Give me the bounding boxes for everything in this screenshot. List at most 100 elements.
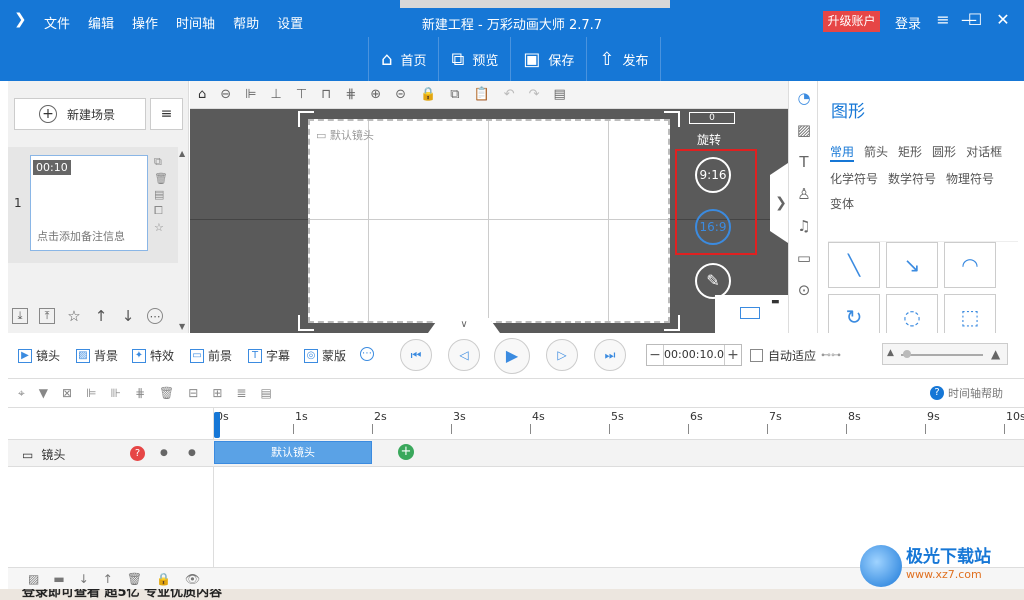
tab-rect[interactable]: 矩形 [898,143,922,162]
speech-bubble-icon[interactable]: ▭ [795,249,813,267]
arc-shape-icon[interactable]: ◠ [944,242,996,288]
jump-start-button[interactable]: ⏮ [400,339,432,371]
login-button[interactable]: 登录 [895,13,921,32]
history-icon[interactable]: ▤ [554,87,566,102]
filter-icon[interactable]: ▼ [39,386,48,400]
step-forward-button[interactable]: ▷ [546,339,578,371]
timeline-expand-button[interactable]: ∨ [428,318,500,333]
camera-track-row[interactable]: ▭ 镜头 ? ● ● [8,439,1024,467]
menu-file[interactable]: 文件 [44,13,70,32]
line-shape-icon[interactable]: ╲ [828,242,880,288]
publish-button[interactable]: ⇧ 发布 [586,37,662,81]
move-down-icon[interactable]: ↓ [79,572,89,586]
zoom-in-icon[interactable]: ⊕ [370,87,381,102]
scene-sort-button[interactable]: ≡ [150,98,183,130]
save-button[interactable]: ▣ 保存 [510,37,586,81]
playhead[interactable] [214,412,220,438]
close-icon[interactable]: ✕ [992,9,1014,31]
menu-timeline[interactable]: 时间轴 [176,13,215,32]
decrease-button[interactable]: − [647,347,663,363]
timeline-zoom-slider[interactable]: ▲ ▲ [882,343,1008,365]
copy-icon[interactable]: ⧉ [450,87,459,102]
tab-arrow[interactable]: 箭头 [864,143,888,162]
transition-icon[interactable]: ⧠ [154,204,168,218]
track-lock-icon[interactable]: ● [188,448,196,458]
preview-button[interactable]: ⧉ 预览 [438,37,510,81]
subtitle-button[interactable]: T 字幕 [248,347,290,364]
align-icon[interactable]: ⊫ [86,386,96,400]
shape-icon[interactable]: ◔ [795,89,813,107]
mask-button[interactable]: ◎ 蒙版 [304,347,346,364]
duration-value[interactable]: 00:00:10.0 [663,345,725,365]
menu-edit[interactable]: 编辑 [88,13,114,32]
ratio-9-16-button[interactable]: 9:16 [695,157,731,193]
track-visibility-icon[interactable]: ● [160,448,168,458]
copy-icon[interactable]: ⧉ [154,155,168,169]
split-icon[interactable]: ⊟ [188,386,198,400]
align-top-icon[interactable]: ⊤ [296,87,307,102]
menu-operate[interactable]: 操作 [132,13,158,32]
tab-variant[interactable]: 变体 [830,195,854,212]
home-button[interactable]: ⌂ 首页 [368,37,438,81]
tab-chemistry[interactable]: 化学符号 [830,170,878,187]
paste-icon[interactable]: 📋 [474,87,490,102]
step-back-button[interactable]: ◁ [448,339,480,371]
add-image-icon[interactable]: ▨ [28,572,39,586]
add-keyframe-icon[interactable]: + [398,444,414,460]
distribute-icon[interactable]: ⋕ [135,386,145,400]
stage[interactable]: ▭ 默认镜头 [308,119,670,323]
character-icon[interactable]: ♙ [795,185,813,203]
move-down-icon[interactable]: ↓ [120,307,136,325]
scene-thumbnail[interactable]: 00:10 点击添加备注信息 [30,155,148,251]
tab-dialog[interactable]: 对话框 [966,143,1002,162]
tab-physics[interactable]: 物理符号 [946,170,994,187]
lock-icon[interactable]: 🔒 [156,572,171,586]
track-help-icon[interactable]: ? [130,446,145,461]
canvas-area[interactable]: ▭ 默认镜头 0 旋转 9:16 16:9 ✎ ▬ ❯ [190,109,788,333]
play-button[interactable]: ▶ [494,338,530,374]
duration-stepper[interactable]: − 00:00:10.0 + [646,344,742,366]
folder-icon[interactable]: ▬ [53,572,64,586]
align-center-icon[interactable]: ⊥ [271,87,282,102]
camera-clip[interactable]: 默认镜头 [214,441,372,464]
effects-button[interactable]: ✦ 特效 [132,347,174,364]
increase-button[interactable]: + [725,347,741,363]
more-tools-button[interactable]: ⋯ [360,347,374,361]
layers-icon[interactable]: ≣ [236,386,246,400]
jump-end-button[interactable]: ⏭ [594,339,626,371]
locate-icon[interactable]: ⌖ [18,386,25,401]
time-ruler[interactable]: 0s 1s 2s 3s 4s 5s 6s 7s 8s 9s 10s [214,408,1024,438]
ratio-16-9-button[interactable]: 16:9 [695,209,731,245]
merge-icon[interactable]: ⊞ [212,386,222,400]
undo-icon[interactable]: ↶ [504,87,515,102]
move-up-icon[interactable]: ↑ [93,307,109,325]
tab-common[interactable]: 常用 [830,143,855,162]
star-icon[interactable]: ☆ [154,221,168,234]
export-icon[interactable]: ⤒ [39,308,55,324]
upgrade-account-button[interactable]: 升级账户 [823,11,880,32]
new-scene-button[interactable]: + 新建场景 [14,98,146,130]
panel-collapse-button[interactable]: ❯ [770,163,788,243]
delete-icon[interactable]: 🗑 [154,172,168,185]
minimize-map-icon[interactable]: ▬ [771,297,780,307]
delete-icon[interactable]: 🗑 [127,572,142,586]
menu-settings[interactable]: 设置 [277,13,303,32]
redo-icon[interactable]: ↷ [529,87,540,102]
import-icon[interactable]: ⤓ [12,308,28,324]
timeline-help-link[interactable]: ? 时间轴帮助 [930,385,1003,401]
auto-fit-checkbox[interactable]: 自动适应 ⊷⊶ [750,347,841,364]
lock-icon[interactable]: 🔒 [420,87,436,102]
tab-circle[interactable]: 圆形 [932,143,956,162]
camera-button[interactable]: ▶ 镜头 [18,347,60,364]
more-icon[interactable]: ⊙ [795,281,813,299]
favorite-icon[interactable]: ☆ [66,307,82,325]
scene-item[interactable]: 1 00:10 点击添加备注信息 ⧉ 🗑 ▤ ⧠ ☆ [8,147,178,263]
distribute-icon[interactable]: ⋕ [345,87,356,102]
rotate-input[interactable]: 0 [689,112,735,124]
foreground-button[interactable]: ▭ 前景 [190,347,232,364]
checkbox-box[interactable] [750,349,763,362]
more-options-icon[interactable]: ⊖ [220,87,231,102]
minimap[interactable]: ▬ [715,295,788,333]
edit-camera-button[interactable]: ✎ [695,263,731,299]
options-menu-icon[interactable]: ≡ [932,9,954,31]
